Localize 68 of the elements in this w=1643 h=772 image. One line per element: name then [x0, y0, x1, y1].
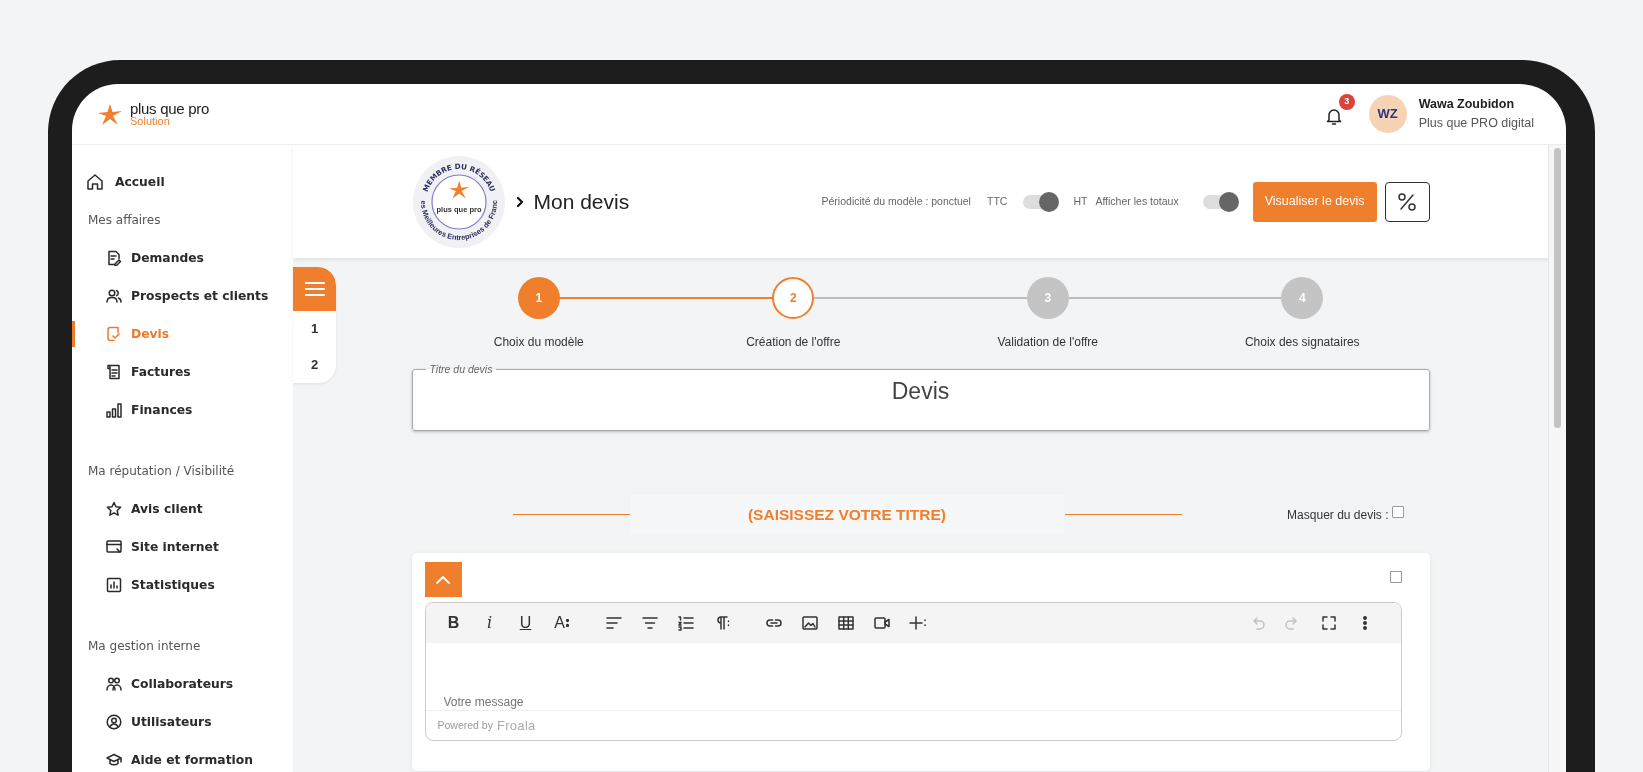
sidebar-item[interactable]: Avis client: [72, 490, 293, 528]
section-link[interactable]: 2: [293, 347, 336, 383]
chart-square-icon: [106, 577, 122, 593]
totals-label: Afficher les totaux: [1095, 193, 1179, 209]
message-field[interactable]: Votre message: [441, 692, 742, 712]
hide-checkbox[interactable]: [1391, 505, 1404, 518]
chevron-up-icon: [435, 574, 451, 585]
logo-tagline: Solution: [130, 116, 170, 127]
percent-icon: [1396, 190, 1418, 213]
hide-label: Masquer du devis :: [1287, 506, 1389, 524]
title-input[interactable]: Devis: [820, 377, 1021, 406]
sidebar-item[interactable]: Accueil: [72, 163, 293, 201]
collapse-button[interactable]: [424, 562, 462, 597]
sidebar-item[interactable]: Finances: [72, 391, 293, 429]
sidebar-item[interactable]: Aide et formation: [72, 741, 293, 772]
page-title: Mon devis: [533, 188, 630, 215]
step-label: Choix du modèle: [493, 334, 584, 351]
step-label: Choix des signataires: [1244, 334, 1360, 351]
sidebar-item[interactable]: Collaborateurs: [72, 665, 293, 703]
periodicity-label: Périodicité du modèle : ponctuel: [821, 193, 971, 209]
dropdown-dots-icon: [565, 619, 569, 627]
step-marker: 4: [1281, 277, 1324, 319]
user-avatar[interactable]: WZ: [1368, 95, 1407, 133]
toggle-switch[interactable]: [1023, 194, 1058, 209]
menu-icon: [304, 281, 325, 297]
sidebar-item[interactable]: Site internet: [72, 528, 293, 566]
document-edit-icon: [106, 250, 122, 266]
people-icon: [106, 288, 122, 304]
notification-badge: 3: [1338, 94, 1355, 110]
document-check-icon: [106, 326, 122, 342]
sidebar-heading: Ma gestion interne: [87, 638, 202, 655]
sidebar-heading: Mes affaires: [87, 212, 162, 229]
toggle-switch[interactable]: [1202, 194, 1237, 209]
tax-option-label: TTC: [986, 193, 1008, 209]
browser-window-icon: [106, 539, 122, 555]
user-name: Wawa Zoubidon: [1418, 96, 1515, 114]
step-label: Création de l'offre: [746, 334, 841, 351]
sidebar-item[interactable]: Factures: [72, 353, 293, 391]
brand-name: Froala: [496, 716, 536, 735]
step-marker: 2: [772, 277, 815, 319]
sidebar-item[interactable]: Statistiques: [72, 566, 293, 604]
user-company: Plus que PRO digital: [1418, 115, 1534, 132]
bold-button[interactable]: B: [435, 607, 472, 639]
step-label: Validation de l'offre: [997, 334, 1099, 351]
card-checkbox[interactable]: [1389, 571, 1402, 583]
team-icon: [106, 676, 122, 692]
underline-button[interactable]: U: [507, 607, 544, 639]
step-marker: 1: [517, 277, 560, 319]
user-circle-icon: [106, 714, 122, 730]
discount-button[interactable]: [1384, 181, 1430, 222]
logo-text: plus que pro: [130, 101, 209, 116]
step-marker: 3: [1026, 277, 1069, 319]
sidebar-heading: Ma réputation / Visibilité: [87, 463, 236, 480]
field-label: Titre du devis: [428, 363, 494, 376]
italic-button[interactable]: i: [471, 607, 508, 639]
menu-button[interactable]: [293, 267, 336, 311]
tax-option-label: HT: [1073, 193, 1088, 209]
star-icon: [106, 501, 122, 517]
receipt-icon: [106, 364, 122, 380]
section-link[interactable]: 1: [293, 311, 336, 347]
sidebar-item[interactable]: Demandes: [72, 239, 293, 277]
powered-by-label: Powered by: [437, 717, 493, 733]
sidebar-item[interactable]: Utilisateurs: [72, 703, 293, 741]
font-button[interactable]: A: [543, 607, 580, 639]
bar-chart-icon: [106, 402, 122, 418]
sidebar-item[interactable]: Prospects et clients: [72, 277, 293, 315]
graduation-cap-icon: [106, 752, 122, 768]
home-icon: [86, 173, 104, 191]
